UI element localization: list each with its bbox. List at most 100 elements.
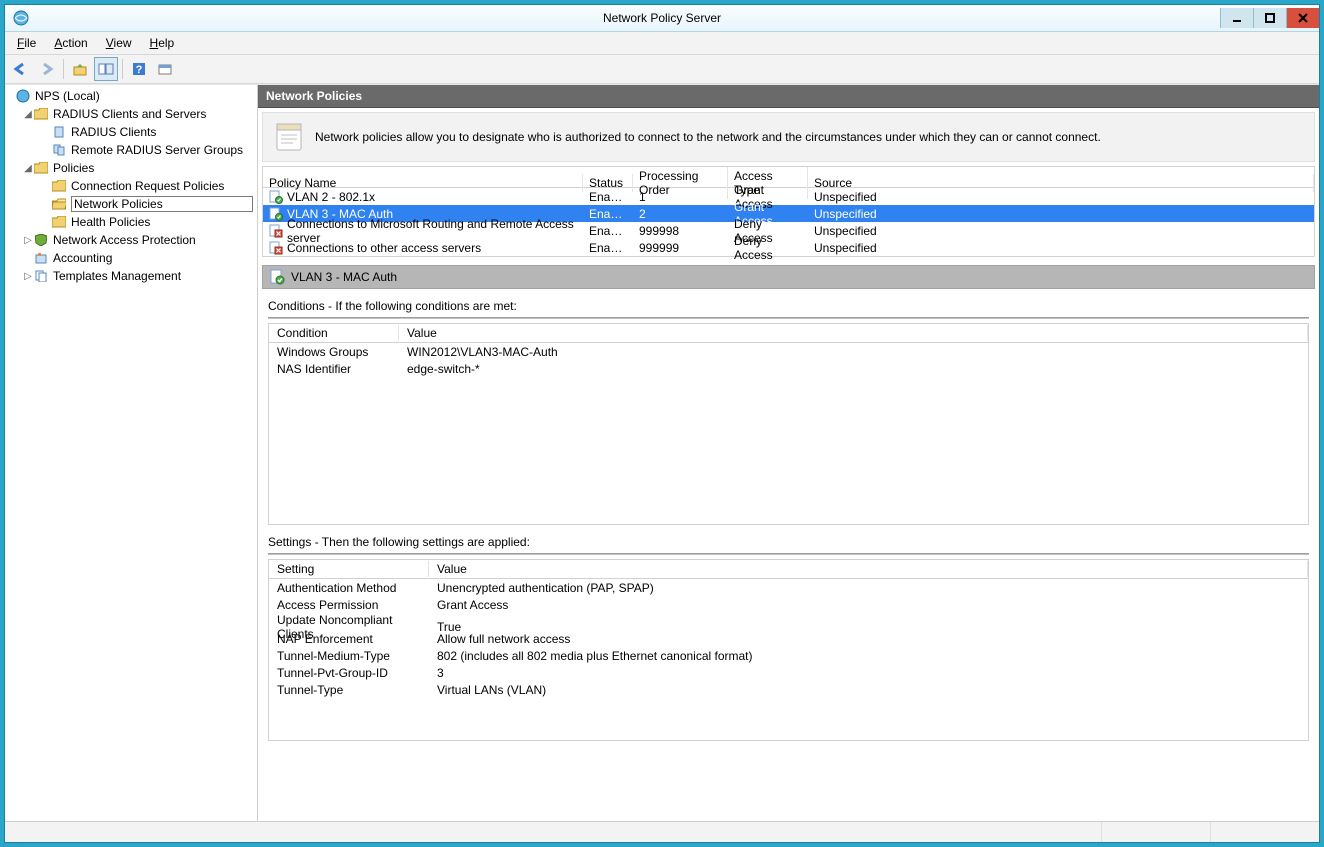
setting-row[interactable]: NAP EnforcementAllow full network access bbox=[269, 630, 1308, 647]
folder-icon bbox=[33, 106, 49, 122]
condition-name: NAS Identifier bbox=[269, 362, 399, 376]
nps-window: Network Policy Server File Action View H… bbox=[4, 4, 1320, 843]
menu-file[interactable]: File bbox=[9, 34, 44, 52]
condition-row[interactable]: Windows GroupsWIN2012\VLAN3-MAC-Auth bbox=[269, 343, 1308, 360]
show-hide-button[interactable] bbox=[94, 57, 118, 81]
folder-icon bbox=[51, 214, 67, 230]
tree-templates[interactable]: ▷ Templates Management bbox=[23, 267, 257, 285]
col-setting-value[interactable]: Value bbox=[429, 561, 1308, 577]
folder-icon bbox=[51, 178, 67, 194]
col-condition[interactable]: Condition bbox=[269, 325, 399, 341]
collapse-icon[interactable]: ◢ bbox=[23, 163, 33, 174]
setting-name: Tunnel-Pvt-Group-ID bbox=[269, 666, 429, 680]
conditions-title: Conditions - If the following conditions… bbox=[268, 297, 1309, 315]
policy-name-label: Connections to other access servers bbox=[287, 241, 481, 255]
tree-health-policies[interactable]: Health Policies bbox=[41, 213, 257, 231]
window-buttons bbox=[1220, 8, 1319, 28]
setting-value: Grant Access bbox=[429, 598, 1308, 612]
expand-icon[interactable]: ▷ bbox=[23, 271, 33, 282]
setting-name: Access Permission bbox=[269, 598, 429, 612]
refresh-button[interactable] bbox=[153, 57, 177, 81]
col-condition-value[interactable]: Value bbox=[399, 325, 1308, 341]
tree-accounting[interactable]: Accounting bbox=[23, 249, 257, 267]
policy-order-cell: 999999 bbox=[633, 241, 728, 255]
toolbar: ? bbox=[5, 55, 1319, 84]
svg-text:?: ? bbox=[136, 64, 143, 76]
tree-root[interactable]: NPS (Local) bbox=[5, 87, 257, 105]
policy-enabled-icon bbox=[269, 190, 283, 204]
main-area: NPS (Local) ◢ RADIUS Clients and Servers bbox=[5, 84, 1319, 821]
help-button[interactable]: ? bbox=[127, 57, 151, 81]
policy-status-cell: Enabled bbox=[583, 241, 633, 255]
settings-table[interactable]: Setting Value Authentication MethodUnenc… bbox=[268, 559, 1309, 741]
policy-order-cell: 999998 bbox=[633, 224, 728, 238]
detail-title: VLAN 3 - MAC Auth bbox=[291, 270, 397, 284]
settings-title: Settings - Then the following settings a… bbox=[268, 533, 1309, 551]
expand-icon[interactable]: ▷ bbox=[23, 235, 33, 246]
setting-value: Allow full network access bbox=[429, 632, 1308, 646]
toolbar-separator-2 bbox=[122, 59, 123, 79]
menu-bar: File Action View Help bbox=[5, 32, 1319, 55]
server-group-icon bbox=[51, 142, 67, 158]
policy-order-cell: 2 bbox=[633, 207, 728, 221]
detail-header: VLAN 3 - MAC Auth bbox=[262, 265, 1315, 289]
policy-status-cell: Enabled bbox=[583, 207, 633, 221]
policy-name-cell: Connections to other access servers bbox=[263, 241, 583, 255]
menu-action[interactable]: Action bbox=[46, 34, 95, 52]
menu-help[interactable]: Help bbox=[142, 34, 183, 52]
tree-radius-clients[interactable]: RADIUS Clients bbox=[41, 123, 257, 141]
policy-source-cell: Unspecified bbox=[808, 241, 1314, 255]
folder-open-icon bbox=[51, 196, 67, 212]
tree-network-policies[interactable]: Network Policies bbox=[41, 195, 257, 213]
policy-deny-icon bbox=[269, 224, 283, 238]
accounting-icon bbox=[33, 250, 49, 266]
section-divider bbox=[268, 553, 1309, 555]
conditions-table[interactable]: Condition Value Windows GroupsWIN2012\VL… bbox=[268, 323, 1309, 525]
conditions-header-row: Condition Value bbox=[269, 324, 1308, 343]
description-text: Network policies allow you to designate … bbox=[315, 130, 1304, 144]
back-button[interactable] bbox=[9, 57, 33, 81]
settings-section: Settings - Then the following settings a… bbox=[268, 533, 1309, 741]
up-button[interactable] bbox=[68, 57, 92, 81]
settings-header-row: Setting Value bbox=[269, 560, 1308, 579]
setting-row[interactable]: Update Noncompliant ClientsTrue bbox=[269, 613, 1308, 630]
tree-connection-request[interactable]: Connection Request Policies bbox=[41, 177, 257, 195]
forward-button[interactable] bbox=[35, 57, 59, 81]
console-tree[interactable]: NPS (Local) ◢ RADIUS Clients and Servers bbox=[5, 85, 258, 821]
tree-policies[interactable]: ◢ Policies bbox=[23, 159, 257, 177]
maximize-button[interactable] bbox=[1253, 8, 1286, 28]
setting-row[interactable]: Tunnel-Pvt-Group-ID3 bbox=[269, 664, 1308, 681]
title-bar: Network Policy Server bbox=[5, 5, 1319, 32]
policy-deny-icon bbox=[269, 241, 283, 255]
menu-view[interactable]: View bbox=[98, 34, 140, 52]
setting-name: Tunnel-Type bbox=[269, 683, 429, 697]
status-pane-2 bbox=[1101, 822, 1210, 842]
policy-name-cell: VLAN 2 - 802.1x bbox=[263, 190, 583, 204]
close-button[interactable] bbox=[1286, 8, 1319, 28]
content-header-label: Network Policies bbox=[266, 89, 362, 103]
condition-row[interactable]: NAS Identifieredge-switch-* bbox=[269, 360, 1308, 377]
col-setting[interactable]: Setting bbox=[269, 561, 429, 577]
setting-row[interactable]: Authentication MethodUnencrypted authent… bbox=[269, 579, 1308, 596]
globe-icon bbox=[15, 88, 31, 104]
collapse-icon[interactable]: ◢ bbox=[23, 109, 33, 120]
content-header: Network Policies bbox=[258, 85, 1319, 108]
policies-table[interactable]: Policy Name Status Processing Order Acce… bbox=[262, 166, 1315, 257]
policy-status-cell: Enabled bbox=[583, 224, 633, 238]
tree-radius-group[interactable]: ◢ RADIUS Clients and Servers bbox=[23, 105, 257, 123]
minimize-button[interactable] bbox=[1220, 8, 1253, 28]
policy-source-cell: Unspecified bbox=[808, 207, 1314, 221]
setting-value: 3 bbox=[429, 666, 1308, 680]
policy-row[interactable]: Connections to other access servers Enabl… bbox=[263, 239, 1314, 256]
setting-value: Unencrypted authentication (PAP, SPAP) bbox=[429, 581, 1308, 595]
setting-value: 802 (includes all 802 media plus Etherne… bbox=[429, 649, 1308, 663]
folder-icon bbox=[33, 160, 49, 176]
templates-icon bbox=[33, 268, 49, 284]
setting-name: Authentication Method bbox=[269, 581, 429, 595]
server-icon bbox=[51, 124, 67, 140]
tree-nap[interactable]: ▷ Network Access Protection bbox=[23, 231, 257, 249]
tree-remote-radius[interactable]: Remote RADIUS Server Groups bbox=[41, 141, 257, 159]
setting-row[interactable]: Access PermissionGrant Access bbox=[269, 596, 1308, 613]
setting-row[interactable]: Tunnel-Medium-Type802 (includes all 802 … bbox=[269, 647, 1308, 664]
setting-row[interactable]: Tunnel-TypeVirtual LANs (VLAN) bbox=[269, 681, 1308, 698]
